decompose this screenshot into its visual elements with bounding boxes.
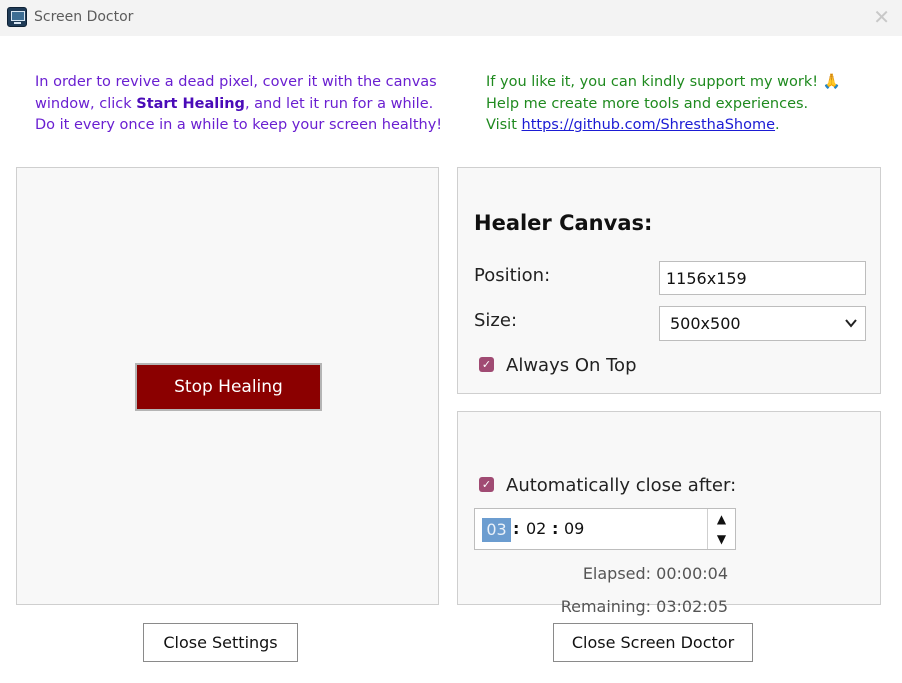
close-screen-doctor-button[interactable]: Close Screen Doctor: [553, 623, 753, 662]
start-healing-emphasis: Start Healing: [136, 95, 245, 112]
instructions-line-2-suffix: , and let it run for a while.: [244, 95, 434, 112]
position-input[interactable]: [659, 261, 866, 295]
instructions-text: In order to revive a dead pixel, cover i…: [35, 72, 455, 137]
stop-healing-button[interactable]: Stop Healing: [135, 363, 322, 411]
support-text: If you like it, you can kindly support m…: [486, 72, 886, 137]
monitor-icon: [7, 7, 27, 27]
healer-canvas-heading: Healer Canvas:: [474, 211, 653, 235]
size-select[interactable]: 500x500: [659, 306, 866, 341]
main-content: In order to revive a dead pixel, cover i…: [0, 36, 902, 683]
close-settings-button[interactable]: Close Settings: [143, 623, 298, 662]
support-line-1-text: If you like it, you can kindly support m…: [486, 74, 819, 90]
auto-close-panel: ✓ Automatically close after: 03 : 02 : 0…: [457, 411, 881, 616]
always-on-top-label[interactable]: Always On Top: [506, 355, 637, 376]
support-line-1: If you like it, you can kindly support m…: [486, 72, 886, 94]
github-link[interactable]: https://github.com/ShresthaShome: [522, 117, 776, 133]
spin-up-icon[interactable]: ▲: [708, 509, 735, 529]
title-bar: Screen Doctor ✕: [0, 0, 902, 36]
chevron-down-icon: [845, 307, 857, 353]
healer-canvas-panel: Healer Canvas: Position: Size: 500x500 ✓…: [457, 167, 881, 394]
time-separator: :: [513, 519, 520, 538]
support-line-3-suffix: .: [775, 117, 780, 133]
spin-buttons: ▲ ▼: [707, 509, 735, 549]
support-line-2: Help me create more tools and experience…: [486, 95, 809, 112]
instructions-line-1: In order to revive a dead pixel, cover i…: [35, 74, 437, 90]
always-on-top-checkbox[interactable]: ✓: [479, 357, 494, 372]
instructions-line-3: Do it every once in a while to keep your…: [35, 117, 443, 133]
size-select-value: 500x500: [670, 314, 741, 333]
hours-segment[interactable]: 03: [482, 518, 511, 542]
spin-down-icon[interactable]: ▼: [708, 529, 735, 549]
praying-hands-icon: 🙏: [822, 74, 841, 90]
healing-panel: Stop Healing: [16, 167, 439, 605]
auto-close-checkbox[interactable]: ✓: [479, 477, 494, 492]
seconds-segment[interactable]: 09: [564, 518, 584, 540]
instructions-line-2-prefix: window, click: [35, 95, 137, 112]
position-label: Position:: [474, 265, 551, 286]
minutes-segment[interactable]: 02: [526, 518, 546, 540]
close-icon[interactable]: ✕: [873, 5, 890, 29]
support-line-3: Visit https://github.com/ShresthaShome.: [486, 115, 886, 137]
window-title: Screen Doctor: [34, 9, 134, 25]
instructions-line-2: window, click Start Healing, and let it …: [35, 94, 455, 116]
size-label: Size:: [474, 310, 518, 331]
duration-time-picker[interactable]: 03 : 02 : 09 ▲ ▼: [474, 508, 736, 550]
remaining-time: Remaining: 03:02:05: [560, 597, 728, 616]
elapsed-time: Elapsed: 00:00:04: [582, 564, 728, 583]
time-separator: :: [552, 519, 559, 538]
support-line-3-prefix: Visit: [486, 117, 522, 133]
auto-close-label[interactable]: Automatically close after:: [506, 475, 736, 496]
